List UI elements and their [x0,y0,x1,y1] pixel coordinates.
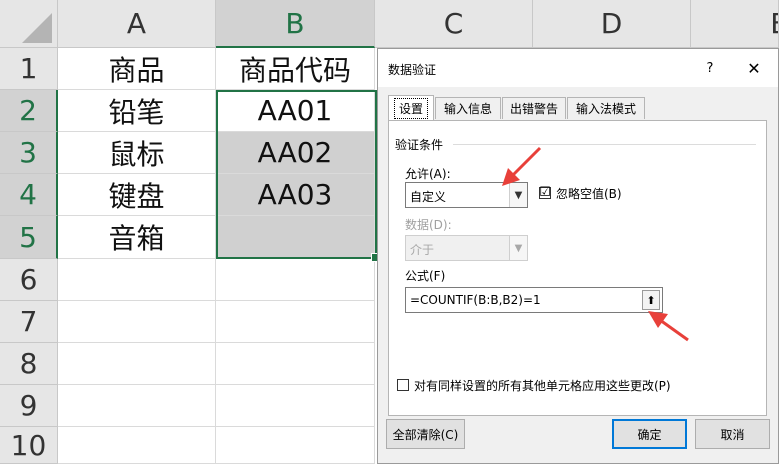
annotation-arrows [502,146,689,342]
arrow-to-formula-button-icon [648,311,689,342]
arrow-to-allow-dropdown-icon [502,146,542,186]
